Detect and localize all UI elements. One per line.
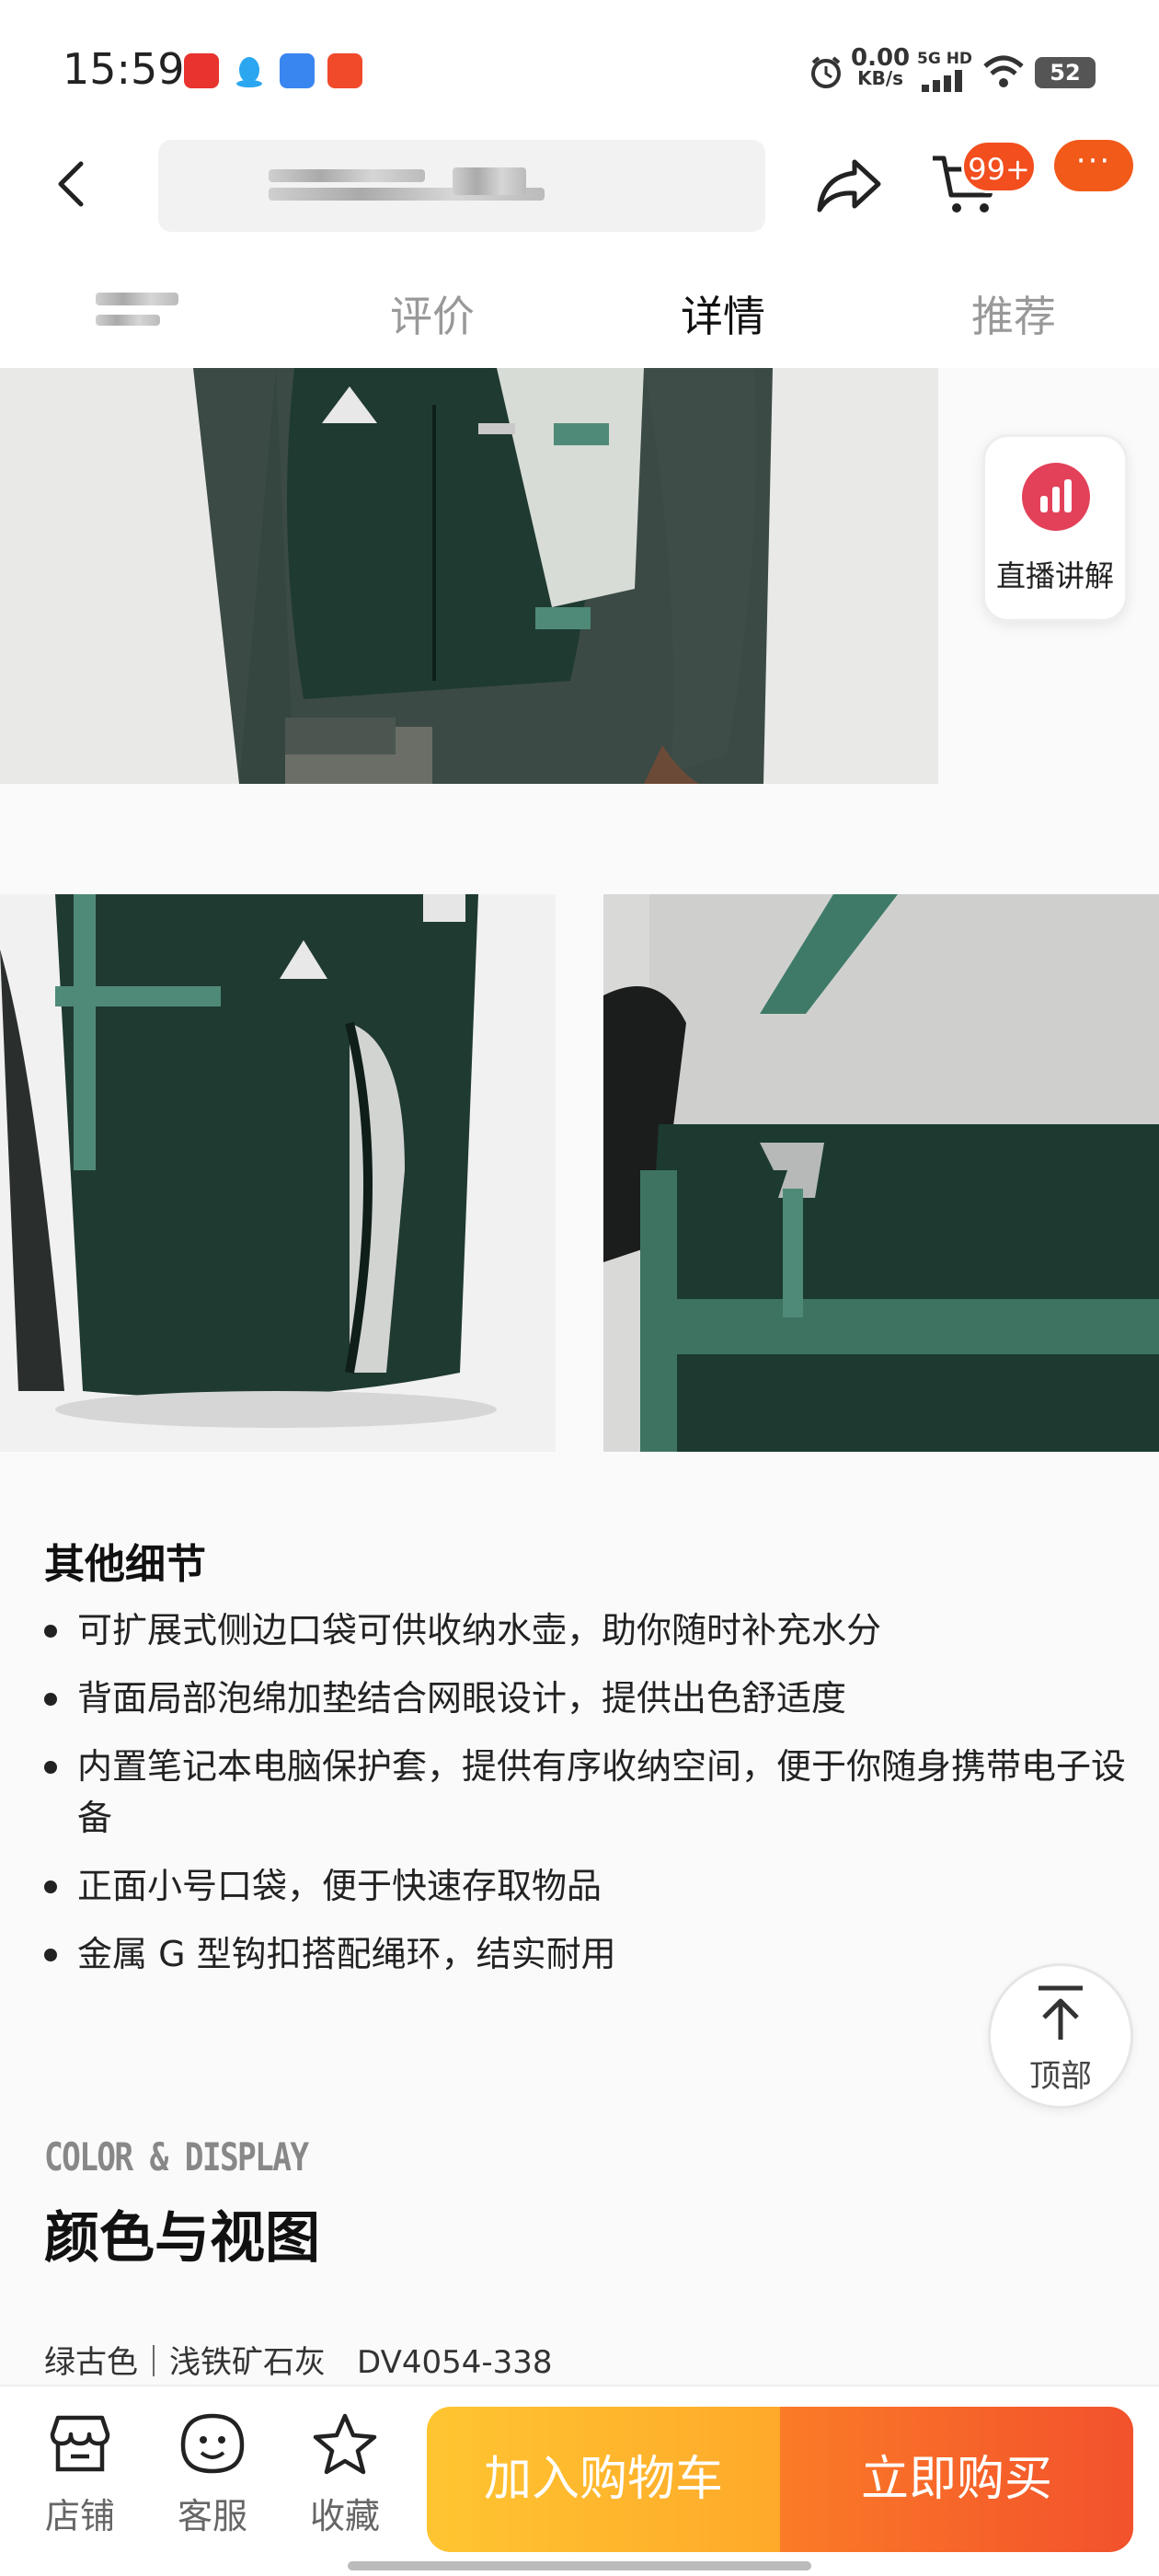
tab-details[interactable]: 详情 xyxy=(681,283,765,344)
color-section-title-en: COLOR & DISPLAY xyxy=(44,2134,309,2179)
alarm-icon xyxy=(808,53,844,94)
service-label: 客服 xyxy=(177,2496,247,2536)
blurred-text xyxy=(453,167,526,195)
shop-button[interactable]: 店铺 xyxy=(29,2412,131,2538)
variant-info: 绿古色｜浅铁矿石灰 DV4054-338 xyxy=(44,2337,553,2382)
list-item: 正面小号口袋，便于快速存取物品 xyxy=(44,1860,1111,1912)
tab-reviews[interactable]: 评价 xyxy=(390,283,475,344)
service-face-icon xyxy=(180,2413,245,2474)
cart-count-badge: 99+ xyxy=(961,140,1037,193)
list-item: 金属 G 型钩扣搭配绳环，结实耐用 xyxy=(44,1928,1111,1980)
more-button[interactable]: ··· xyxy=(1054,140,1133,191)
customer-service-button[interactable]: 客服 xyxy=(162,2412,263,2538)
variant-color: 绿古色｜浅铁矿石灰 xyxy=(44,2344,326,2381)
tab-recommend[interactable]: 推荐 xyxy=(971,283,1056,344)
message-app-icon xyxy=(280,53,315,88)
wifi-icon xyxy=(982,53,1025,94)
chevron-left-icon xyxy=(58,161,84,207)
share-icon xyxy=(817,159,881,213)
taobao-app-icon xyxy=(327,53,362,88)
tab-product[interactable] xyxy=(96,293,178,326)
notification-app-icon xyxy=(184,53,219,88)
battery-indicator: 52 xyxy=(1035,57,1096,88)
back-button[interactable] xyxy=(48,158,99,210)
product-photo-worn xyxy=(0,368,938,784)
color-section-title: 颜色与视图 xyxy=(44,2206,320,2271)
buy-now-button[interactable]: 立即购买 xyxy=(780,2407,1133,2552)
list-item: 内置笔记本电脑保护套，提供有序收纳空间，便于你随身携带电子设备 xyxy=(44,1741,1159,1844)
live-stream-label: 直播讲解 xyxy=(995,558,1114,593)
variant-code: DV4054-338 xyxy=(357,2344,553,2381)
list-item: 背面局部泡绵加垫结合网眼设计，提供出色舒适度 xyxy=(44,1673,1111,1724)
network-type: 5G HD xyxy=(917,50,973,68)
back-to-top-label: 顶部 xyxy=(1029,2058,1092,2095)
blurred-text xyxy=(269,169,425,182)
product-photo-g-hook xyxy=(603,894,1159,1452)
shop-label: 店铺 xyxy=(44,2496,115,2536)
live-bars-icon xyxy=(1022,463,1090,531)
share-button[interactable] xyxy=(814,156,884,215)
blurred-text xyxy=(96,293,178,305)
blurred-text xyxy=(96,315,160,326)
favorite-button[interactable]: 收藏 xyxy=(294,2412,396,2538)
home-indicator[interactable] xyxy=(348,2561,811,2570)
live-stream-widget[interactable]: 直播讲解 xyxy=(982,434,1128,622)
back-to-top-button[interactable]: 顶部 xyxy=(988,1963,1133,2109)
star-icon xyxy=(313,2413,377,2475)
status-time: 15:59 xyxy=(63,44,185,94)
search-box[interactable] xyxy=(158,140,765,232)
list-item: 可扩展式侧边口袋可供收纳水壶，助你随时补充水分 xyxy=(44,1604,1111,1656)
shop-icon xyxy=(50,2415,110,2472)
net-speed: 0.00 KB/s xyxy=(851,44,911,89)
signal-icon xyxy=(920,68,968,96)
qq-icon xyxy=(232,53,267,88)
add-to-cart-button[interactable]: 加入购物车 xyxy=(427,2407,780,2552)
favorite-label: 收藏 xyxy=(309,2496,380,2536)
arrow-up-icon xyxy=(1039,1985,1083,2040)
product-photo-side-pocket xyxy=(0,894,556,1452)
details-section-title: 其他细节 xyxy=(44,1541,206,1588)
